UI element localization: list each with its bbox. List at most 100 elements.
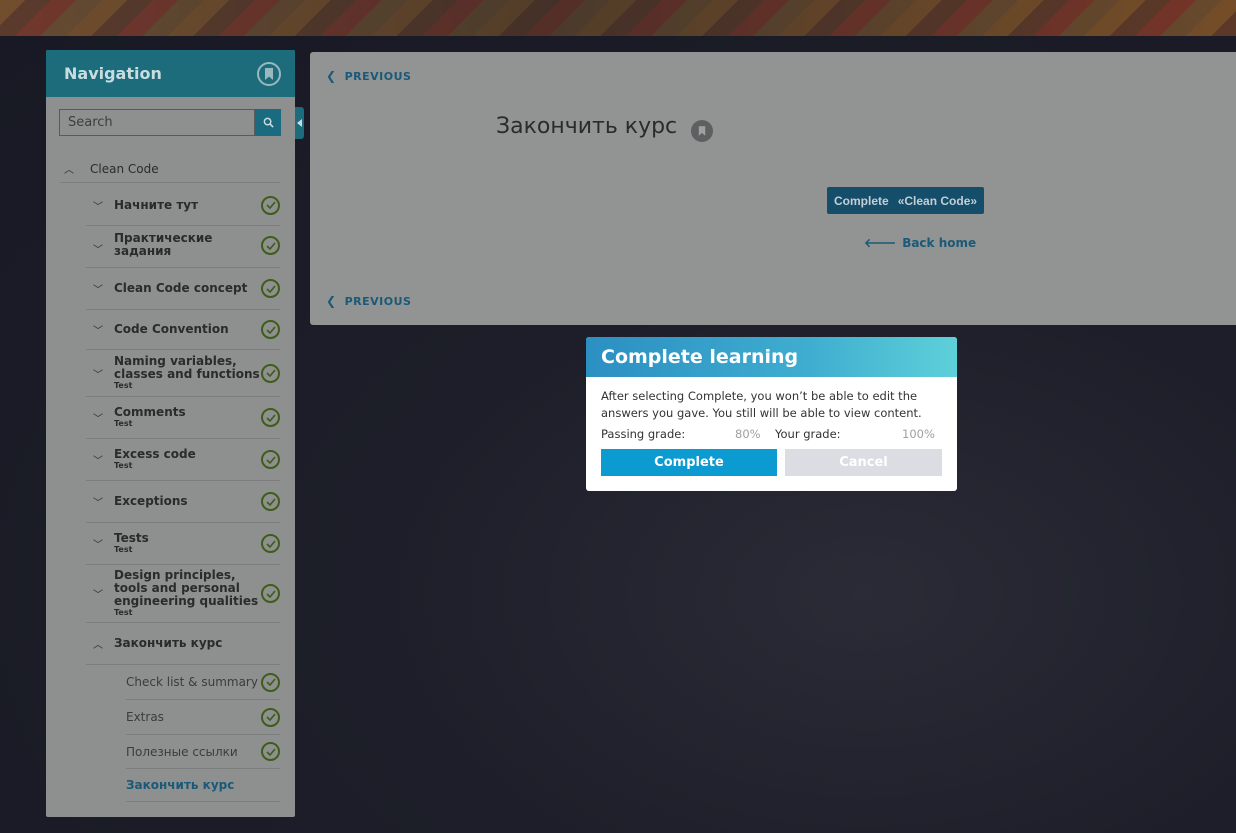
nav-item-text: Naming variables, classes and functions … — [114, 355, 261, 391]
back-home-label: Back home — [902, 235, 977, 250]
chevron-down-icon: ﹀ — [93, 456, 103, 467]
arrow-left-icon: 🡐 — [864, 236, 897, 250]
check-circle-icon — [261, 195, 280, 215]
chevron-up-icon: ︿ — [64, 165, 74, 176]
chevron-down-icon: ﹀ — [93, 326, 103, 337]
search-icon — [263, 117, 274, 128]
check-circle-icon — [261, 363, 280, 383]
grades-row: Passing grade: 80% Your grade: 100% — [601, 427, 946, 445]
nav-item-comments[interactable]: ﹀ Comments Test — [86, 397, 280, 439]
chevron-up-icon: ︿ — [93, 640, 103, 651]
complete-learning-dialog: Complete learning After selecting Comple… — [586, 337, 957, 491]
search-button[interactable] — [255, 109, 281, 136]
nav-item-label: Naming variables, classes and functions — [114, 354, 260, 381]
check-circle-icon — [261, 742, 280, 761]
dialog-complete-button[interactable]: Complete — [601, 449, 777, 476]
nav-subitem-label: Закончить курс — [126, 778, 235, 792]
check-circle-icon — [261, 672, 280, 692]
nav-title: Navigation — [64, 64, 162, 83]
chevron-down-icon: ﹀ — [93, 245, 103, 256]
back-home-link[interactable]: 🡐 Back home — [864, 235, 977, 251]
dialog-header: Complete learning — [586, 337, 957, 377]
search-input[interactable] — [59, 109, 255, 136]
dialog-title: Complete learning — [601, 346, 799, 368]
nav-item-exceptions[interactable]: ﹀ Exceptions — [86, 481, 280, 523]
chevron-down-icon: ﹀ — [93, 414, 103, 425]
passing-grade-label: Passing grade: — [601, 427, 686, 441]
nav-item-practice[interactable]: ﹀ Практические задания — [86, 226, 280, 268]
complete-course-name: «Clean Code» — [897, 193, 978, 208]
nav-item-excess-code[interactable]: ﹀ Excess code Test — [86, 439, 280, 481]
nav-item-sub: Test — [114, 419, 133, 428]
nav-subitem-finish-course[interactable]: Закончить курс — [126, 769, 280, 802]
check-circle-icon — [261, 408, 280, 427]
nav-item-text: Comments Test — [114, 406, 261, 429]
previous-link-top[interactable]: ❮ PREVIOUS — [326, 69, 411, 83]
nav-item-label: Закончить курс — [114, 636, 223, 650]
sidebar-collapse-toggle[interactable] — [295, 107, 304, 139]
page-title: Закончить курс — [496, 114, 678, 139]
nav-header: Navigation — [46, 50, 295, 97]
chevron-down-icon: ﹀ — [93, 590, 103, 601]
passing-grade-value: 80% — [735, 427, 761, 441]
chevron-left-icon: ❮ — [326, 294, 337, 308]
nav-item-finish-course[interactable]: ︿ Закончить курс — [86, 623, 280, 665]
complete-course-button[interactable]: Complete «Clean Code» — [827, 187, 985, 214]
nav-item-label: Практические задания — [114, 231, 213, 258]
nav-item-start[interactable]: ﹀ Начните тут — [86, 185, 280, 226]
nav-item-label: Design principles, tools and personal en… — [114, 568, 259, 608]
nav-subitem-extras[interactable]: Extras — [126, 700, 280, 735]
chevron-left-icon: ❮ — [326, 69, 337, 83]
check-circle-icon — [261, 534, 280, 553]
previous-link-bottom[interactable]: ❮ PREVIOUS — [326, 294, 411, 308]
nav-item-tests[interactable]: ﹀ Tests Test — [86, 523, 280, 565]
check-circle-icon — [261, 236, 280, 255]
top-banner — [0, 0, 1236, 36]
search-bar — [59, 109, 281, 136]
main-content: ❮ PREVIOUS Закончить курс Complete «Clea… — [310, 52, 1236, 325]
nav-item-label: Code Convention — [114, 322, 229, 336]
check-circle-icon — [261, 707, 280, 727]
check-circle-icon — [261, 492, 280, 511]
check-circle-icon — [261, 450, 280, 469]
bookmark-icon[interactable] — [257, 61, 281, 86]
chevron-down-icon: ﹀ — [93, 498, 103, 509]
nav-item-label: Excess code — [114, 447, 196, 461]
nav-item-label: Exceptions — [114, 494, 188, 508]
nav-item-label: Comments — [114, 405, 186, 419]
nav-item-sub: Test — [114, 461, 133, 470]
nav-item-naming[interactable]: ﹀ Naming variables, classes and function… — [86, 350, 280, 397]
nav-root-label: Clean Code — [90, 161, 159, 176]
nav-item-design-principles[interactable]: ﹀ Design principles, tools and personal … — [86, 565, 280, 623]
nav-item-clean-code-concept[interactable]: ﹀ Clean Code concept — [86, 268, 280, 310]
check-circle-icon — [261, 584, 280, 603]
nav-root-clean-code[interactable]: ︿ Clean Code — [60, 155, 280, 183]
nav-subitem-label: Полезные ссылки — [126, 744, 238, 759]
nav-subitem-useful-links[interactable]: Полезные ссылки — [126, 735, 280, 769]
check-circle-icon — [261, 320, 280, 339]
previous-label: PREVIOUS — [344, 294, 412, 308]
chevron-down-icon: ﹀ — [93, 285, 103, 296]
nav-item-label: Clean Code concept — [114, 281, 248, 295]
chevron-down-icon: ﹀ — [93, 201, 103, 213]
nav-item-text: Design principles, tools and personal en… — [114, 569, 261, 618]
nav-item-code-convention[interactable]: ﹀ Code Convention — [86, 310, 280, 350]
dialog-body: After selecting Complete, you won’t be a… — [601, 388, 946, 445]
bookmark-icon[interactable] — [691, 120, 713, 142]
nav-item-label: Tests — [114, 531, 149, 545]
chevron-down-icon: ﹀ — [93, 540, 103, 551]
nav-item-text: Tests Test — [114, 532, 261, 555]
your-grade-label: Your grade: — [775, 427, 841, 441]
nav-item-sub: Test — [114, 381, 133, 390]
nav-item-sub: Test — [114, 608, 133, 617]
nav-subitem-label: Check list & summary — [126, 675, 258, 689]
navigation-sidebar: Navigation ︿ Clean Code ﹀ Начните тут ﹀ … — [46, 50, 295, 817]
nav-subitem-checklist[interactable]: Check list & summary — [126, 665, 280, 700]
nav-item-text: Excess code Test — [114, 448, 261, 471]
nav-subitem-label: Extras — [126, 710, 164, 724]
nav-item-label: Начните тут — [114, 197, 199, 212]
nav-item-sub: Test — [114, 545, 133, 554]
chevron-down-icon: ﹀ — [93, 369, 103, 381]
complete-course-label: Complete — [834, 193, 889, 208]
dialog-cancel-button[interactable]: Cancel — [785, 449, 942, 476]
